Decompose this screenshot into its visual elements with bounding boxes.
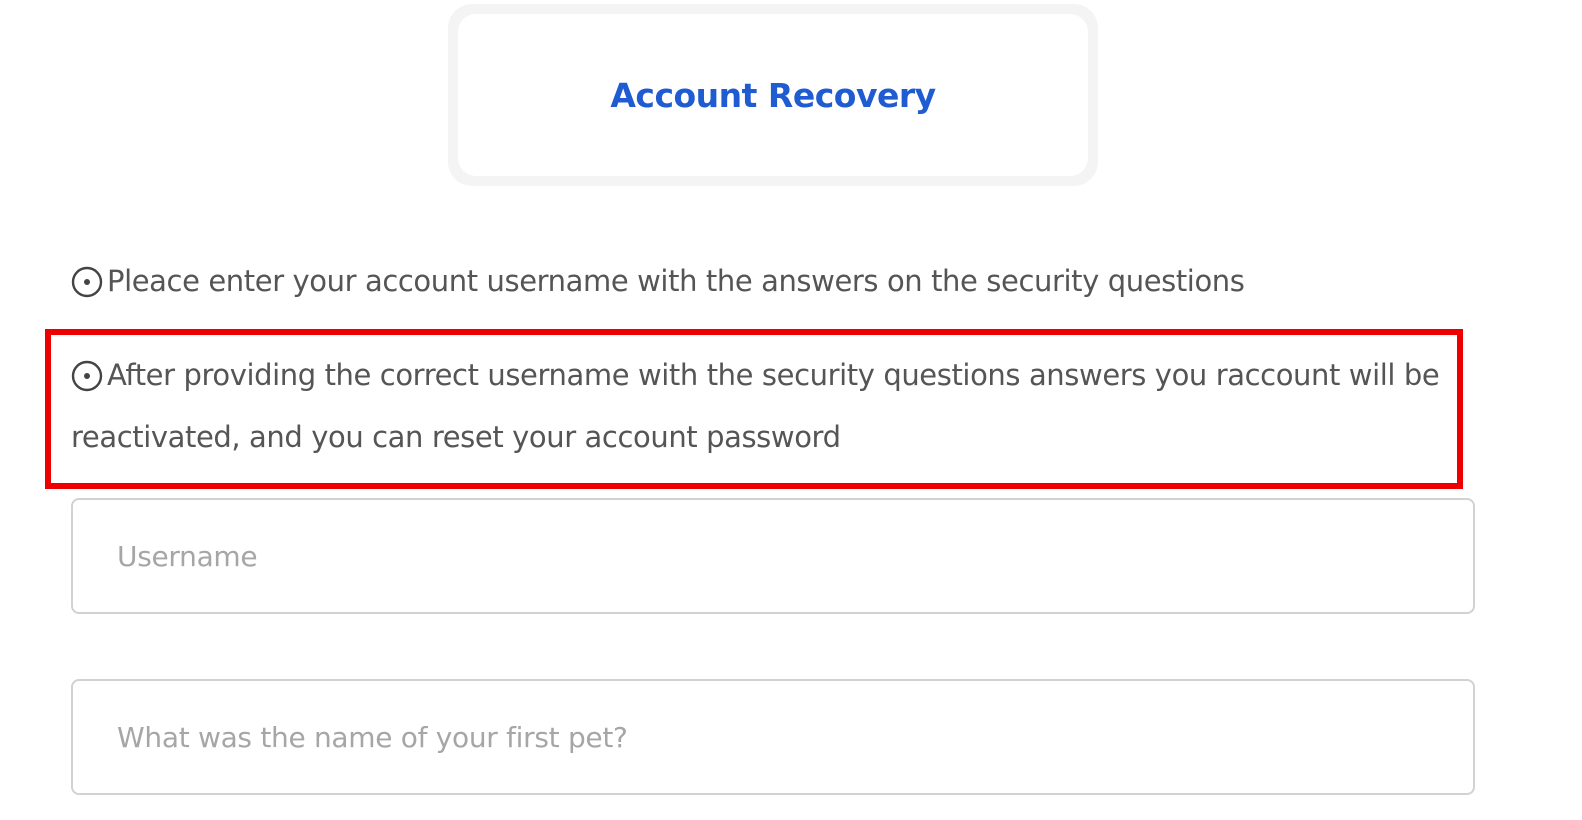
header-inner: Account Recovery bbox=[458, 14, 1088, 176]
first-pet-answer-input[interactable] bbox=[71, 679, 1475, 795]
instruction-1: Pleace enter your account username with … bbox=[71, 250, 1471, 312]
username-input[interactable] bbox=[71, 498, 1475, 614]
page-title: Account Recovery bbox=[610, 75, 936, 115]
instruction-2-text: After providing the correct username wit… bbox=[71, 358, 1440, 454]
instruction-1-text: Pleace enter your account username with … bbox=[107, 264, 1245, 298]
circle-dot-icon bbox=[71, 360, 103, 392]
circle-dot-icon bbox=[71, 266, 103, 298]
header-card: Account Recovery bbox=[448, 4, 1098, 186]
account-recovery-page: Account Recovery Pleace enter your accou… bbox=[0, 0, 1582, 820]
instruction-2: After providing the correct username wit… bbox=[71, 344, 1451, 468]
